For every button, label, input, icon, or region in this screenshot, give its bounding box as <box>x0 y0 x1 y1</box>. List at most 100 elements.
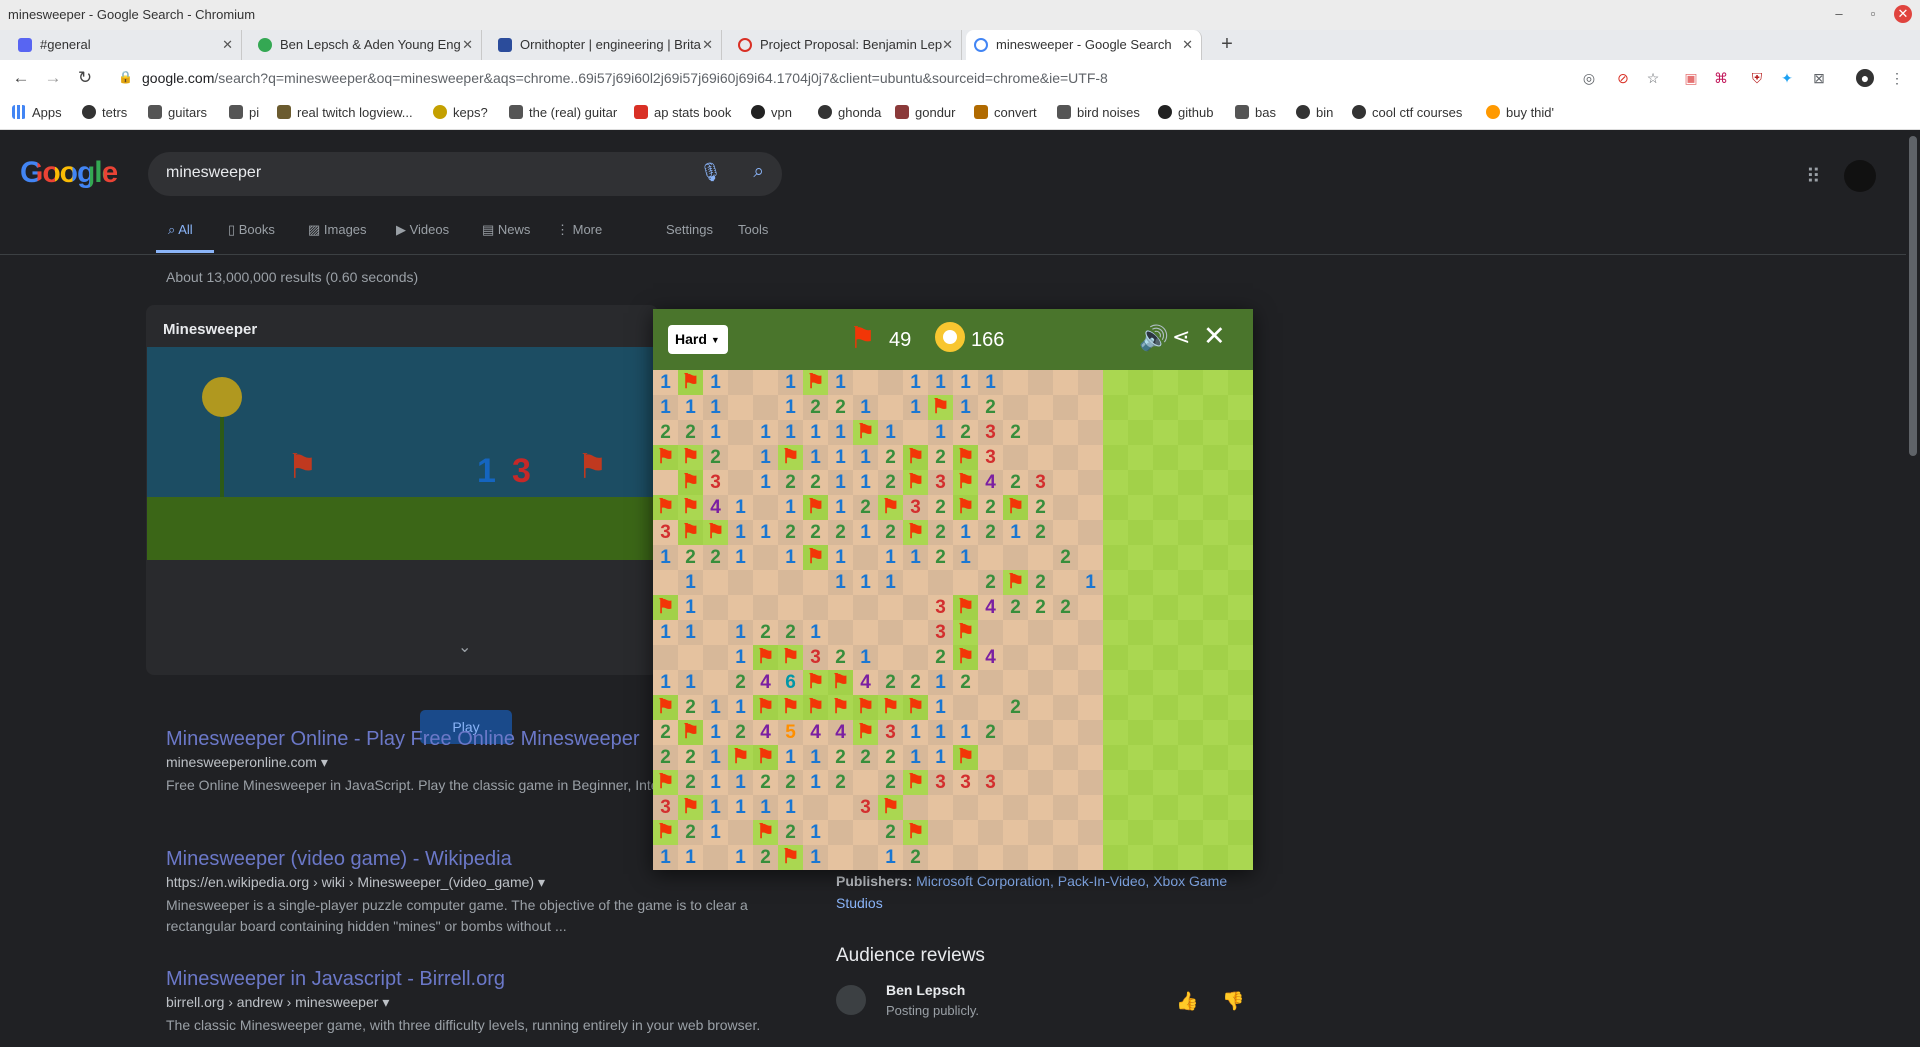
number-cell[interactable]: 1 <box>728 520 753 545</box>
empty-cell[interactable] <box>778 595 803 620</box>
hidden-cell[interactable] <box>1103 620 1128 645</box>
hidden-cell[interactable] <box>1153 845 1178 870</box>
flag-icon[interactable]: ⚑ <box>753 695 778 720</box>
number-cell[interactable]: 2 <box>753 620 778 645</box>
hidden-cell[interactable] <box>1203 795 1228 820</box>
hidden-cell[interactable] <box>1203 745 1228 770</box>
number-cell[interactable]: 1 <box>928 720 953 745</box>
number-cell[interactable]: 1 <box>753 795 778 820</box>
number-cell[interactable]: 2 <box>828 745 853 770</box>
empty-cell[interactable] <box>1003 620 1028 645</box>
number-cell[interactable]: 3 <box>1028 470 1053 495</box>
empty-cell[interactable] <box>1078 845 1103 870</box>
hidden-cell[interactable] <box>1128 495 1153 520</box>
number-cell[interactable]: 1 <box>728 620 753 645</box>
bookmark-keps[interactable]: keps? <box>433 105 488 120</box>
empty-cell[interactable] <box>1003 720 1028 745</box>
number-cell[interactable]: 2 <box>803 470 828 495</box>
number-cell[interactable]: 2 <box>928 545 953 570</box>
flag-icon[interactable]: ⚑ <box>703 520 728 545</box>
empty-cell[interactable] <box>1053 570 1078 595</box>
hidden-cell[interactable] <box>1103 695 1128 720</box>
number-cell[interactable]: 2 <box>878 670 903 695</box>
hidden-cell[interactable] <box>1128 370 1153 395</box>
number-cell[interactable]: 2 <box>1028 495 1053 520</box>
google-apps-icon[interactable]: ⠿ <box>1806 164 1821 189</box>
empty-cell[interactable] <box>1028 820 1053 845</box>
empty-cell[interactable] <box>1028 395 1053 420</box>
number-cell[interactable]: 1 <box>778 495 803 520</box>
number-cell[interactable]: 2 <box>728 720 753 745</box>
number-cell[interactable]: 2 <box>778 820 803 845</box>
hidden-cell[interactable] <box>1203 720 1228 745</box>
flag-icon[interactable]: ⚑ <box>728 745 753 770</box>
empty-cell[interactable] <box>1078 595 1103 620</box>
hidden-cell[interactable] <box>1178 695 1203 720</box>
bookmark-ghonda[interactable]: ghonda <box>818 105 881 120</box>
empty-cell[interactable] <box>1053 820 1078 845</box>
close-icon[interactable]: ✕ <box>1203 321 1226 352</box>
empty-cell[interactable] <box>853 545 878 570</box>
hidden-cell[interactable] <box>1228 595 1253 620</box>
number-cell[interactable]: 1 <box>753 520 778 545</box>
number-cell[interactable]: 2 <box>753 770 778 795</box>
url-text[interactable]: google.com/search?q=minesweeper&oq=mines… <box>142 70 1108 86</box>
empty-cell[interactable] <box>1028 845 1053 870</box>
hidden-cell[interactable] <box>1128 520 1153 545</box>
hidden-cell[interactable] <box>1228 420 1253 445</box>
hidden-cell[interactable] <box>1103 845 1128 870</box>
flag-icon[interactable]: ⚑ <box>678 470 703 495</box>
hidden-cell[interactable] <box>1228 520 1253 545</box>
empty-cell[interactable] <box>1053 745 1078 770</box>
empty-cell[interactable] <box>728 395 753 420</box>
empty-cell[interactable] <box>953 795 978 820</box>
number-cell[interactable]: 1 <box>728 770 753 795</box>
bookmark-convert[interactable]: convert <box>974 105 1037 120</box>
number-cell[interactable]: 4 <box>853 670 878 695</box>
hidden-cell[interactable] <box>1153 395 1178 420</box>
hidden-cell[interactable] <box>1228 570 1253 595</box>
number-cell[interactable]: 1 <box>1078 570 1103 595</box>
number-cell[interactable]: 1 <box>853 395 878 420</box>
bookmark-real-guitar[interactable]: the (real) guitar <box>509 105 617 120</box>
number-cell[interactable]: 1 <box>803 845 828 870</box>
number-cell[interactable]: 4 <box>753 670 778 695</box>
empty-cell[interactable] <box>1053 845 1078 870</box>
empty-cell[interactable] <box>1028 670 1053 695</box>
number-cell[interactable]: 2 <box>1053 595 1078 620</box>
hidden-cell[interactable] <box>1128 820 1153 845</box>
empty-cell[interactable] <box>878 395 903 420</box>
game-board[interactable]: 1 ⚑ 1 1 ⚑ 1 1 1 1 1 1 1 1 1 2 2 1 1 ⚑ 1 2 2 2 1 1 1 1 1 ⚑ 1 1 2 3 2 ⚑ ⚑ 2 1 ⚑ 1… <box>653 370 1253 870</box>
empty-cell[interactable] <box>828 845 853 870</box>
hidden-cell[interactable] <box>1228 620 1253 645</box>
empty-cell[interactable] <box>1003 820 1028 845</box>
bookmark-vpn[interactable]: vpn <box>751 105 792 120</box>
hidden-cell[interactable] <box>1153 795 1178 820</box>
hidden-cell[interactable] <box>1128 620 1153 645</box>
flag-icon[interactable]: ⚑ <box>653 495 678 520</box>
empty-cell[interactable] <box>1078 645 1103 670</box>
hidden-cell[interactable] <box>1128 570 1153 595</box>
empty-cell[interactable] <box>828 795 853 820</box>
number-cell[interactable]: 4 <box>828 720 853 745</box>
number-cell[interactable]: 1 <box>928 370 953 395</box>
extension-icon[interactable]: ⊠ <box>1810 69 1828 87</box>
bookmark-bas[interactable]: bas <box>1235 105 1276 120</box>
maximize-icon[interactable]: ▫ <box>1864 5 1882 23</box>
hidden-cell[interactable] <box>1103 470 1128 495</box>
microphone-icon[interactable]: 🎙 <box>699 162 722 183</box>
number-cell[interactable]: 1 <box>903 745 928 770</box>
hidden-cell[interactable] <box>1178 570 1203 595</box>
empty-cell[interactable] <box>1053 720 1078 745</box>
number-cell[interactable]: 3 <box>928 620 953 645</box>
flag-icon[interactable]: ⚑ <box>878 495 903 520</box>
number-cell[interactable]: 5 <box>778 720 803 745</box>
flag-icon[interactable]: ⚑ <box>878 695 903 720</box>
flag-icon[interactable]: ⚑ <box>853 695 878 720</box>
empty-cell[interactable] <box>903 595 928 620</box>
result-title[interactable]: Minesweeper in Javascript - Birrell.org <box>166 968 766 991</box>
number-cell[interactable]: 3 <box>653 795 678 820</box>
empty-cell[interactable] <box>1078 370 1103 395</box>
empty-cell[interactable] <box>803 570 828 595</box>
close-window-icon[interactable]: ✕ <box>1894 5 1912 23</box>
